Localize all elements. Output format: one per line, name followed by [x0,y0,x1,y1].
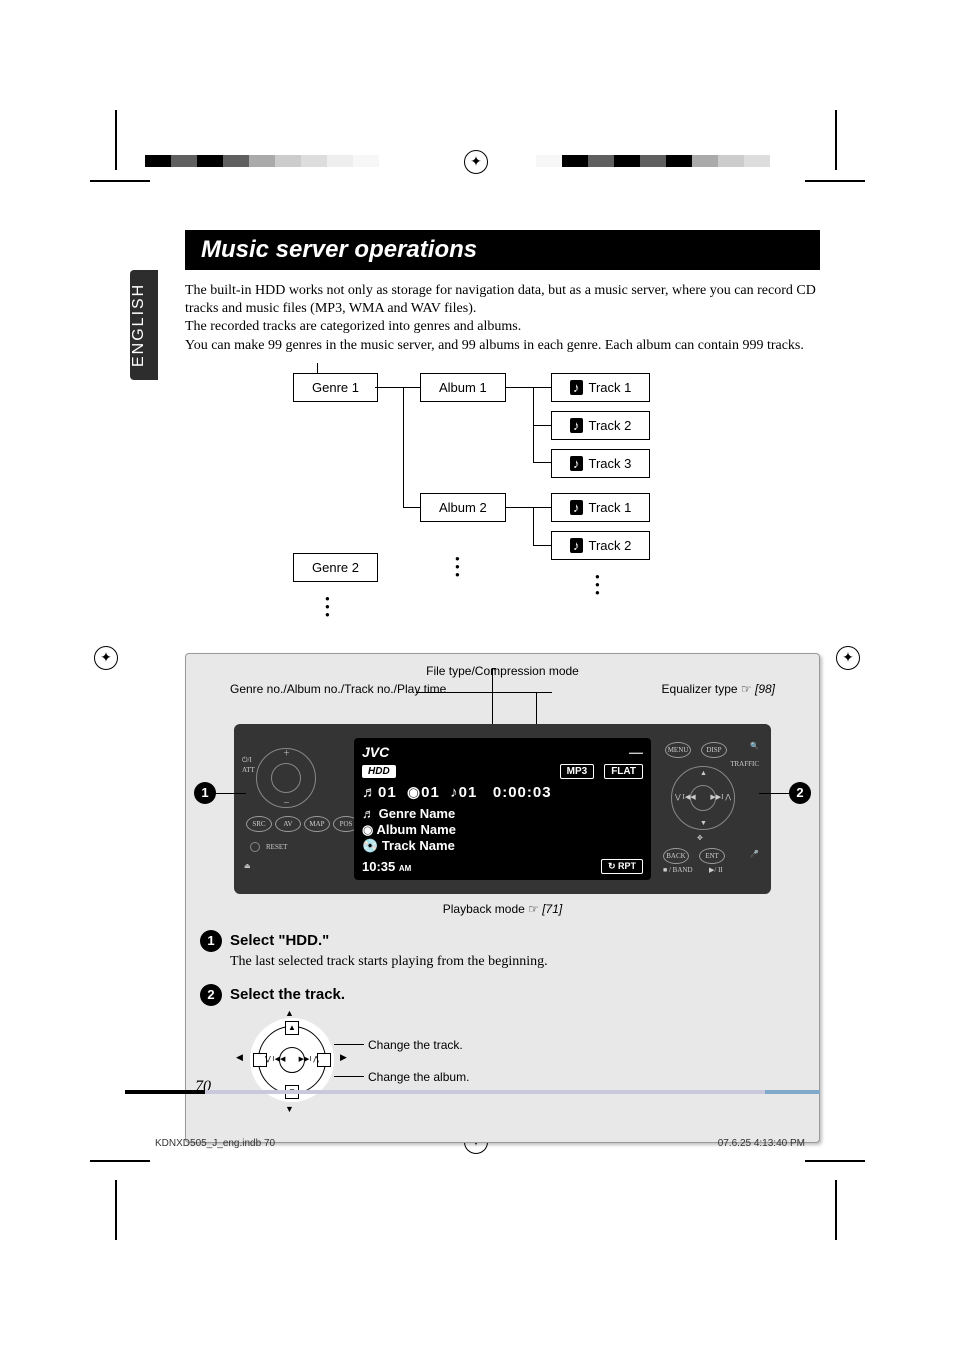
step-1-bullet: 1 [200,930,222,952]
menu-button[interactable]: MENU [665,742,691,758]
genre-name: Genre Name [379,806,456,821]
device-image: ＋ － ⏻/I ATT SRC AV MAP POS RESET ⏏ [234,724,771,894]
register-target-icon: ✦ [94,646,118,670]
para-1: The built-in HDD works not only as stora… [185,282,820,318]
album-no: 01 [421,784,440,801]
track-name: Track Name [382,838,455,853]
register-target-icon: ✦ [836,646,860,670]
para-2: The recorded tracks are categorized into… [185,318,820,336]
register-target-icon: ✦ [464,150,488,174]
dpad-diagram: ▲ ▼ ⋁ I◀◀ ▶▶I ⋀ ◀ ▶ ▲ ▼ Change the track… [230,1012,570,1122]
step-1-title: Select "HDD." [230,932,329,949]
album-name: Album Name [376,822,455,837]
label-counters: Genre no./Album no./Track no./Play time [230,682,446,696]
album1-box: Album 1 [420,373,506,402]
rpt-badge: RPT [618,861,636,871]
track1-box: ♪Track 1 [551,373,650,402]
left-controls: ＋ － ⏻/I ATT SRC AV MAP POS RESET ⏏ [248,742,348,876]
callout-2: 2 [789,782,811,804]
label-playback: Playback mode ☞ [71] [200,902,805,916]
play-time: 0:00:03 [493,784,552,801]
footer-date: 07.6.25 4:13:40 PM [718,1138,805,1149]
album-icon: ◉ [407,784,421,801]
note-icon: ♪ [570,538,583,553]
crop-mark [805,1160,865,1162]
av-button[interactable]: AV [275,816,301,832]
section-heading: Music server operations [185,230,820,270]
change-track-label: Change the track. [368,1038,463,1052]
device-screen: JVC — HDD MP3 FLAT ♬01 ◉01 ♪01 0:00:03 ♬ [354,738,651,880]
track2-2-box: ♪Track 2 [551,531,650,560]
flat-badge: FLAT [604,764,643,779]
note-icon: ♪ [570,418,583,433]
crop-mark [835,110,837,170]
change-album-label: Change the album. [368,1070,469,1084]
crop-mark [835,1180,837,1240]
hierarchy-diagram: Genre 1 Genre 2 Album 1 Album 2 ♪Track 1… [185,363,820,643]
track2-box: ♪Track 2 [551,411,650,440]
track-no: 01 [459,784,478,801]
back-button[interactable]: BACK [663,848,689,864]
crop-mark [90,180,150,182]
section-title: Music server operations [185,230,493,270]
color-bar [536,155,770,167]
brand-logo: JVC [362,744,389,760]
src-button[interactable]: SRC [246,816,272,832]
crop-mark [90,1160,150,1162]
footer-file: KDNXD505_J_eng.indb 70 [155,1138,275,1149]
album2-box: Album 2 [420,493,506,522]
label-filetype: File type/Compression mode [426,664,579,678]
crop-mark [115,1180,117,1240]
note-icon: ♪ [570,500,583,515]
step-1-body: The last selected track starts playing f… [230,954,805,970]
genre1-box: Genre 1 [293,373,378,402]
callout-1: 1 [194,782,216,804]
page-footer-line [125,1090,820,1094]
step-1: 1 Select "HDD." [200,930,805,952]
intro-paragraph: The built-in HDD works not only as stora… [185,282,820,355]
right-controls: MENU DISP 🔍 TRAFFIC ▲ ▼ ⋁ I◀◀ ▶▶I ⋀ ✥ BA… [657,742,757,876]
genre-icon: ♬ [362,784,378,801]
label-eq: Equalizer type ☞ [98] [662,682,775,696]
step-2-bullet: 2 [200,984,222,1006]
ampm: AM [399,864,411,873]
crop-mark [805,180,865,182]
mp3-badge: MP3 [560,764,595,779]
hdd-badge: HDD [362,765,396,778]
step-2: 2 Select the track. [200,984,805,1006]
genre-no: 01 [378,784,397,801]
step-2-title: Select the track. [230,986,345,1003]
instruction-panel: File type/Compression mode Genre no./Alb… [185,653,820,1143]
para-3: You can make 99 genres in the music serv… [185,337,820,355]
track-icon: ♪ [450,784,459,801]
note-icon: ♪ [570,380,583,395]
disp-button[interactable]: DISP [701,742,727,758]
ent-button[interactable]: ENT [699,848,725,864]
color-bar [145,155,379,167]
map-button[interactable]: MAP [304,816,330,832]
track2-1-box: ♪Track 1 [551,493,650,522]
clock: 10:35 [362,859,395,874]
genre2-box: Genre 2 [293,553,378,582]
note-icon: ♪ [570,456,583,471]
footer: KDNXD505_J_eng.indb 70 07.6.25 4:13:40 P… [155,1138,805,1149]
crop-mark [115,110,117,170]
track3-box: ♪Track 3 [551,449,650,478]
